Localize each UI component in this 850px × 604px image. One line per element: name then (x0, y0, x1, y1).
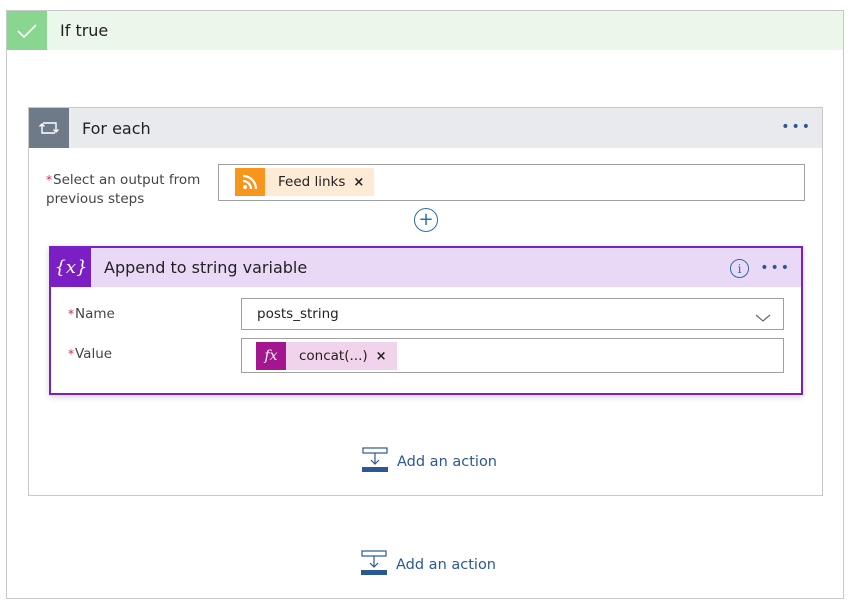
if-true-container: If true For each ••• *Select an output f… (6, 10, 844, 599)
rss-icon (235, 168, 265, 196)
add-action-inner-button[interactable]: Add an action (362, 447, 497, 477)
append-to-string-variable-card: {x} Append to string variable i ••• *Nam… (49, 246, 803, 395)
concat-label: concat(...) (299, 348, 368, 364)
name-value: posts_string (257, 306, 339, 322)
add-action-icon (362, 447, 388, 477)
add-action-outer-button[interactable]: Add an action (361, 550, 496, 580)
select-output-input[interactable]: Feed links × (218, 164, 805, 201)
concat-token[interactable]: fx concat(...) × (256, 342, 397, 370)
loop-icon (29, 108, 69, 148)
append-more-button[interactable]: ••• (760, 261, 791, 275)
value-label: *Value (68, 346, 113, 362)
checkmark-icon (7, 11, 47, 50)
variable-icon: {x} (51, 248, 91, 287)
feed-links-token[interactable]: Feed links × (235, 168, 375, 196)
name-label: *Name (68, 306, 115, 322)
info-icon[interactable]: i (730, 259, 749, 278)
required-marker: * (46, 173, 52, 187)
insert-step-button[interactable]: + (414, 208, 438, 232)
append-header[interactable]: {x} Append to string variable i ••• (51, 248, 801, 287)
value-input[interactable]: fx concat(...) × (241, 338, 784, 373)
required-marker: * (68, 307, 74, 321)
for-each-more-button[interactable]: ••• (781, 120, 812, 134)
chevron-down-icon[interactable] (755, 308, 771, 327)
for-each-title: For each (82, 118, 151, 138)
remove-token-button[interactable]: × (376, 349, 387, 364)
add-action-label: Add an action (396, 557, 496, 573)
function-icon: fx (256, 342, 286, 370)
add-action-label: Add an action (397, 454, 497, 470)
feed-links-label: Feed links (278, 174, 346, 190)
name-dropdown[interactable]: posts_string (241, 298, 784, 330)
for-each-header[interactable]: For each ••• (29, 108, 822, 148)
select-output-label: *Select an output from previous steps (46, 172, 201, 207)
if-true-header[interactable]: If true (7, 11, 843, 50)
if-true-title: If true (60, 21, 109, 40)
for-each-card: For each ••• *Select an output from prev… (28, 107, 823, 496)
plus-icon: + (418, 209, 434, 230)
required-marker: * (68, 347, 74, 361)
append-title: Append to string variable (104, 258, 308, 277)
add-action-icon (361, 550, 387, 580)
remove-token-button[interactable]: × (353, 175, 364, 190)
